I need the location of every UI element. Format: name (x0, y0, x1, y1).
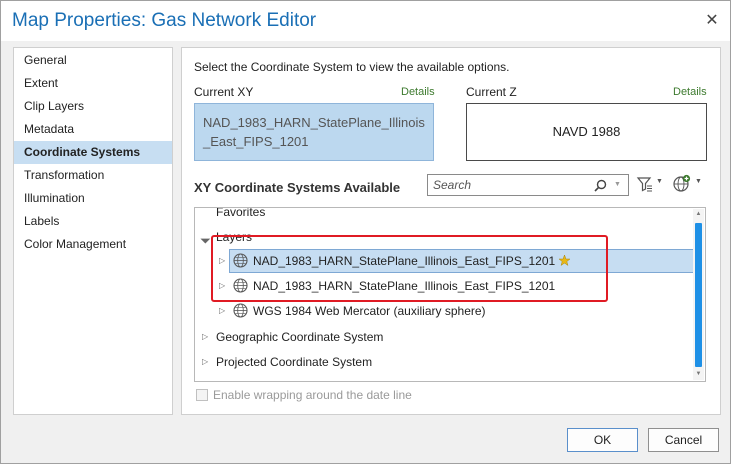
dialog-title: Map Properties: Gas Network Editor (12, 10, 317, 31)
nav-item-extent[interactable]: Extent (14, 72, 172, 95)
search-icon[interactable] (594, 179, 607, 192)
nav-item-labels[interactable]: Labels (14, 210, 172, 233)
globe-icon (233, 253, 248, 268)
add-chevron-icon[interactable]: ▼ (695, 178, 702, 185)
layer-item-3[interactable]: WGS 1984 Web Mercator (auxiliary sphere) (253, 300, 486, 322)
current-z-box[interactable]: NAVD 1988 (466, 103, 707, 161)
instruction-text: Select the Coordinate System to view the… (194, 60, 510, 74)
tree-favorites[interactable]: Favorites (216, 208, 265, 223)
ok-button[interactable]: OK (567, 428, 638, 452)
nav-item-general[interactable]: General (14, 49, 172, 72)
scroll-thumb[interactable] (695, 223, 702, 367)
close-icon[interactable]: ✕ (700, 9, 724, 33)
wrap-dateline-checkbox[interactable] (196, 389, 208, 401)
tree-projected[interactable]: Projected Coordinate System (216, 351, 372, 373)
property-nav: General Extent Clip Layers Metadata Coor… (13, 47, 173, 415)
nav-item-transformation[interactable]: Transformation (14, 164, 172, 187)
collapsed-chevron-icon[interactable]: ▷ (219, 256, 225, 265)
wrap-dateline-label: Enable wrapping around the date line (213, 388, 412, 402)
current-xy-details-link[interactable]: Details (401, 86, 435, 98)
add-coordinate-system-icon[interactable] (672, 174, 691, 193)
title-bar: Map Properties: Gas Network Editor ✕ (1, 1, 730, 41)
cancel-button[interactable]: Cancel (648, 428, 719, 452)
coordinate-system-tree: Favorites ◢ Layers ▷ NAD_1983_HARN_State… (194, 207, 706, 382)
nav-item-metadata[interactable]: Metadata (14, 118, 172, 141)
current-xy-label: Current XY (194, 85, 254, 99)
collapsed-chevron-icon[interactable]: ▷ (219, 281, 225, 290)
xy-systems-heading: XY Coordinate Systems Available (194, 180, 401, 195)
nav-item-coordinate-systems[interactable]: Coordinate Systems (14, 141, 172, 164)
coordinate-systems-panel: Select the Coordinate System to view the… (181, 47, 721, 415)
filter-icon[interactable] (636, 175, 654, 193)
scroll-down-icon[interactable]: ▼ (693, 369, 704, 380)
globe-icon (233, 278, 248, 293)
favorite-star-icon[interactable] (558, 254, 571, 267)
tree-geographic[interactable]: Geographic Coordinate System (216, 326, 383, 348)
filter-chevron-icon[interactable]: ▼ (656, 178, 663, 185)
expanded-chevron-icon[interactable]: ◢ (199, 232, 212, 245)
tree-scrollbar[interactable]: ▲ ▼ (693, 209, 704, 380)
tree-layers[interactable]: Layers (216, 226, 252, 248)
search-options-chevron-icon[interactable]: ▼ (614, 181, 621, 188)
current-z-label: Current Z (466, 85, 517, 99)
map-properties-dialog: Map Properties: Gas Network Editor ✕ Gen… (0, 0, 731, 464)
collapsed-chevron-icon[interactable]: ▷ (202, 332, 208, 341)
globe-icon (233, 303, 248, 318)
collapsed-chevron-icon[interactable]: ▷ (202, 357, 208, 366)
nav-item-color-management[interactable]: Color Management (14, 233, 172, 256)
layer-item-2[interactable]: NAD_1983_HARN_StatePlane_Illinois_East_F… (253, 275, 555, 297)
current-xy-box[interactable]: NAD_1983_HARN_StatePlane_Illinois_East_F… (194, 103, 434, 161)
current-z-details-link[interactable]: Details (673, 86, 707, 98)
nav-item-clip-layers[interactable]: Clip Layers (14, 95, 172, 118)
nav-item-illumination[interactable]: Illumination (14, 187, 172, 210)
scroll-up-icon[interactable]: ▲ (693, 209, 704, 220)
search-input[interactable] (428, 175, 593, 195)
collapsed-chevron-icon[interactable]: ▷ (219, 306, 225, 315)
layer-item-1[interactable]: NAD_1983_HARN_StatePlane_Illinois_East_F… (253, 250, 555, 272)
search-box: ▼ (427, 174, 629, 196)
